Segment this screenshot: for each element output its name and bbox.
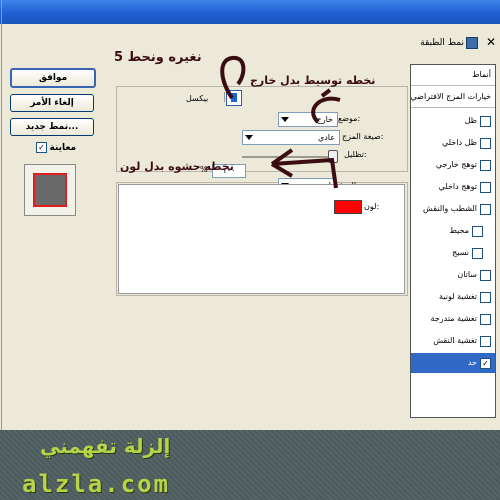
site-logo-arabic: إلزلة تفهمني — [40, 434, 171, 458]
annotation-strokes — [220, 55, 341, 189]
annotation-arrow-bottom — [270, 148, 338, 189]
annotation-middle: نخطه توسيط بدل خارج — [250, 74, 376, 87]
annotation-top: نغيره ونحط 5 — [114, 50, 202, 65]
annotation-arrow-top — [220, 55, 246, 100]
annotation-bottom: نخطه حشوه بدل لون — [120, 160, 234, 173]
annotation-arrow-middle — [311, 88, 341, 124]
site-logo-latin: alzla.com — [22, 470, 171, 498]
left-edge-line — [1, 0, 2, 430]
